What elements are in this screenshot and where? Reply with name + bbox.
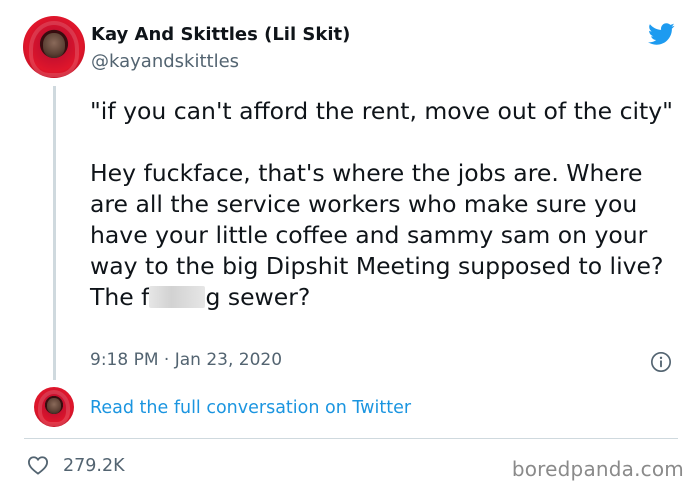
censor-blur xyxy=(149,286,206,308)
thread-connector-line xyxy=(53,86,56,380)
tweet-paragraph-main: Hey fuckface, that's where the jobs are.… xyxy=(90,158,680,313)
avatar-face-shape xyxy=(42,33,66,59)
tweet-text-after-censor: g sewer? xyxy=(205,283,311,311)
heart-icon[interactable] xyxy=(27,455,49,475)
tweet-card: Kay And Skittles (Lil Skit) @kayandskitt… xyxy=(0,0,700,492)
twitter-bird-icon[interactable] xyxy=(645,20,677,48)
likes-count[interactable]: 279.2K xyxy=(63,456,125,476)
read-conversation-link[interactable]: Read the full conversation on Twitter xyxy=(90,398,411,418)
tweet-text: "if you can't afford the rent, move out … xyxy=(90,96,680,313)
author-avatar[interactable] xyxy=(23,16,85,78)
footer-divider xyxy=(24,438,678,439)
tweet-timestamp[interactable]: 9:18 PM · Jan 23, 2020 xyxy=(90,350,282,370)
tweet-paragraph-quote: "if you can't afford the rent, move out … xyxy=(90,97,673,125)
avatar-face-shape xyxy=(46,398,62,415)
author-display-name[interactable]: Kay And Skittles (Lil Skit) xyxy=(91,24,350,45)
info-icon[interactable] xyxy=(650,351,672,373)
conversation-avatar xyxy=(34,387,74,427)
author-handle[interactable]: @kayandskittles xyxy=(91,51,239,72)
boredpanda-watermark: boredpanda.com xyxy=(511,457,684,481)
